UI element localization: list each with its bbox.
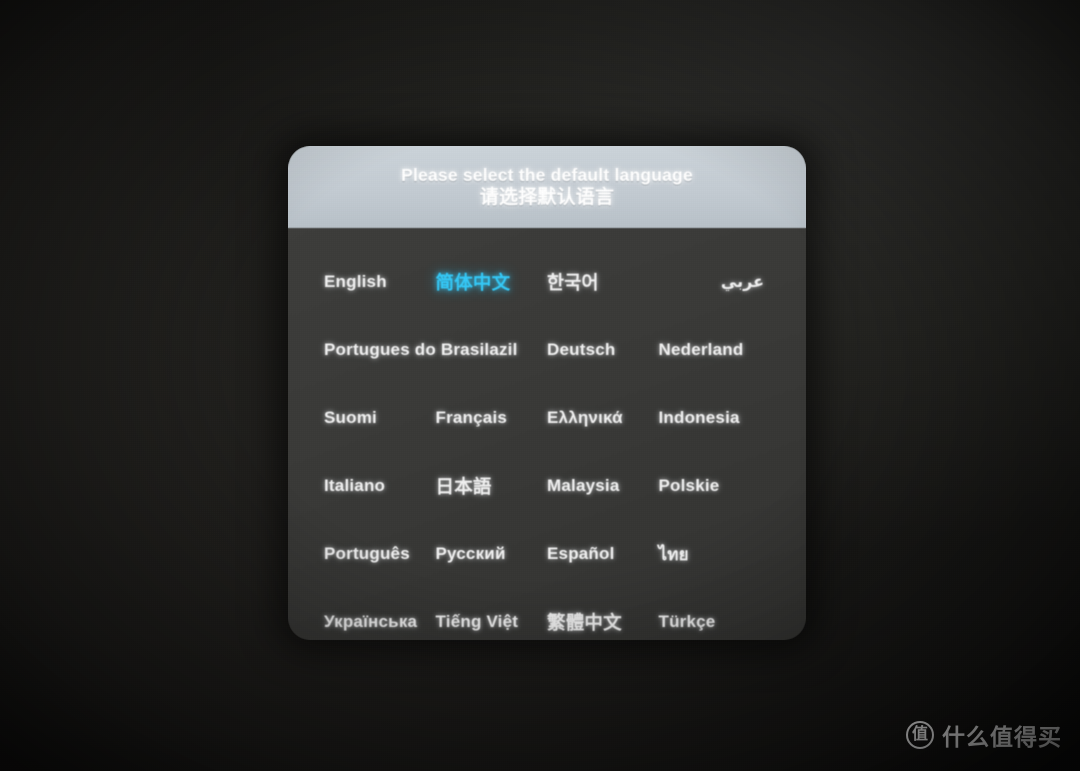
language-row: Portugues do Brasilazil Deutsch Nederland: [324, 316, 770, 384]
language-option[interactable]: 日本語: [436, 473, 548, 499]
language-row: Suomi Français Ελληνικά Indonesia: [324, 384, 770, 452]
language-row: Italiano 日本語 Malaysia Polskie: [324, 452, 770, 520]
language-option[interactable]: Suomi: [324, 408, 436, 428]
language-option[interactable]: عربي: [659, 272, 771, 292]
dialog-header: Please select the default language 请选择默认…: [288, 146, 806, 228]
language-option[interactable]: Español: [547, 544, 659, 564]
language-option[interactable]: Polskie: [659, 476, 771, 496]
language-option[interactable]: 繁體中文: [547, 609, 659, 635]
language-option[interactable]: Indonesia: [659, 408, 771, 428]
watermark-badge-icon: 值: [906, 721, 934, 749]
language-option[interactable]: Русский: [436, 544, 548, 564]
language-option[interactable]: Português: [324, 544, 436, 564]
language-option[interactable]: Tiếng Việt: [436, 612, 548, 632]
watermark: 值 什么值得买: [906, 718, 1062, 752]
language-grid: English 简体中文 한국어 عربي Portugues do Brasilazi…: [288, 228, 806, 640]
language-row: Português Русский Español ไทย: [324, 520, 770, 588]
language-option[interactable]: Italiano: [324, 476, 436, 496]
language-option[interactable]: Українська: [324, 612, 436, 632]
watermark-label: 什么值得买: [942, 724, 1062, 750]
language-option[interactable]: English: [324, 272, 436, 292]
projection-screen: Please select the default language 请选择默认…: [0, 0, 1080, 771]
language-option[interactable]: Portugues do Brasilazil: [324, 340, 547, 360]
language-option[interactable]: Français: [436, 408, 548, 428]
language-row: Українська Tiếng Việt 繁體中文 Türkçe: [324, 588, 770, 640]
language-option[interactable]: Deutsch: [547, 340, 659, 360]
language-option-selected[interactable]: 简体中文: [436, 269, 548, 295]
language-option[interactable]: Nederland: [659, 340, 771, 360]
dialog-title-english: Please select the default language: [401, 165, 693, 186]
language-row: English 简体中文 한국어 عربي: [324, 248, 770, 316]
dialog-title-chinese: 请选择默认语言: [479, 186, 615, 208]
language-option[interactable]: Türkçe: [659, 612, 771, 632]
language-selection-dialog: Please select the default language 请选择默认…: [288, 146, 806, 640]
language-option[interactable]: 한국어: [547, 269, 659, 295]
language-option[interactable]: ไทย: [659, 541, 771, 568]
language-option[interactable]: Malaysia: [547, 476, 659, 496]
language-option[interactable]: Ελληνικά: [547, 408, 659, 428]
